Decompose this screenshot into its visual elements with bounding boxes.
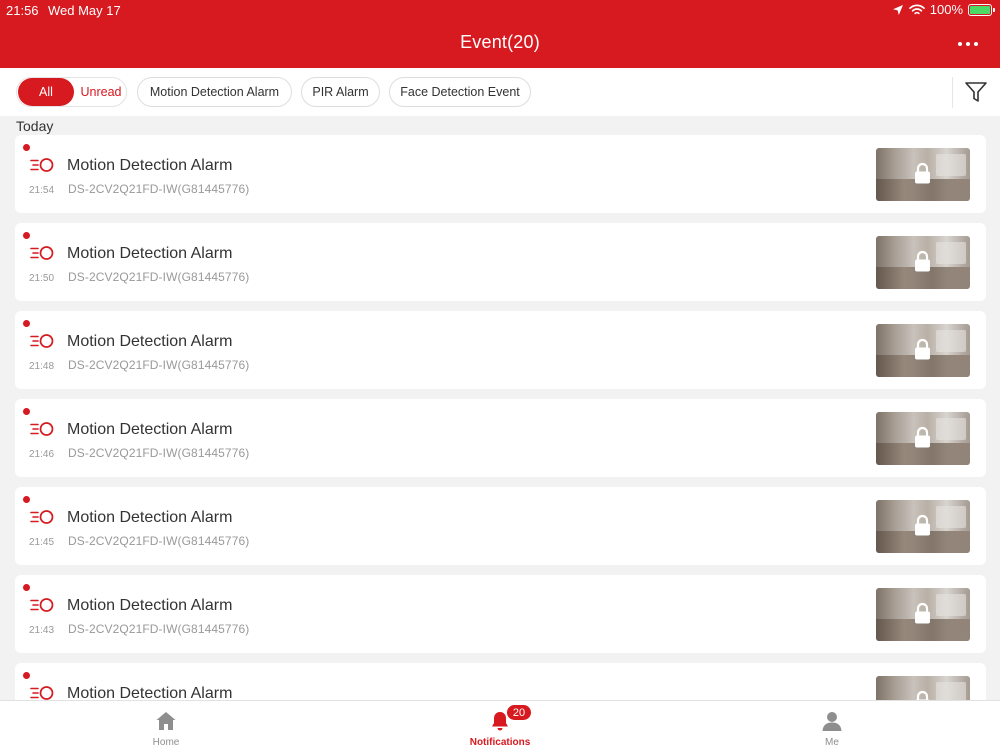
lock-icon [915,514,930,536]
event-thumbnail[interactable] [876,676,970,700]
event-device: DS-2CV2Q21FD-IW(G81445776) [68,182,250,196]
filter-divider [952,77,953,108]
tab-me-label: Me [825,737,839,748]
location-icon [892,4,903,15]
motion-detection-icon [30,422,54,436]
event-device: DS-2CV2Q21FD-IW(G81445776) [68,622,250,636]
section-label-today: Today [16,118,54,134]
event-title: Motion Detection Alarm [67,685,233,700]
lock-icon [915,250,930,272]
filter-unread-button[interactable]: Unread [77,78,125,106]
event-device: DS-2CV2Q21FD-IW(G81445776) [68,534,250,548]
event-time: 21:46 [29,449,55,460]
status-indicators: 100% [892,2,995,17]
motion-detection-icon [30,510,54,524]
lock-icon [915,602,930,624]
event-time: 21:43 [29,625,55,636]
event-card[interactable]: 21:45 Motion Detection Alarm DS-2CV2Q21F… [15,487,986,565]
event-card[interactable]: 21:46 Motion Detection Alarm DS-2CV2Q21F… [15,399,986,477]
battery-percent: 100% [929,2,963,17]
event-title: Motion Detection Alarm [67,421,233,438]
event-title: Motion Detection Alarm [67,333,233,350]
motion-detection-icon [30,334,54,348]
tab-notifications[interactable]: 20 Notifications [440,701,560,750]
event-time: 21:54 [29,185,55,196]
event-card[interactable]: 21:48 Motion Detection Alarm DS-2CV2Q21F… [15,311,986,389]
unread-dot [23,672,30,679]
event-thumbnail[interactable] [876,500,970,553]
app-header: 21:56 Wed May 17 100% Event(20) [0,0,1000,68]
status-time: 21:56 [6,3,39,18]
event-thumbnail[interactable] [876,148,970,201]
unread-dot [23,584,30,591]
event-card[interactable]: 21:54 Motion Detection Alarm DS-2CV2Q21F… [15,135,986,213]
unread-dot [23,408,30,415]
unread-dot [23,320,30,327]
event-thumbnail[interactable] [876,324,970,377]
event-device: DS-2CV2Q21FD-IW(G81445776) [68,270,250,284]
event-title: Motion Detection Alarm [67,509,233,526]
person-icon [822,712,842,731]
home-icon [156,712,176,730]
unread-dot [23,232,30,239]
notification-badge: 20 [506,704,532,721]
motion-detection-icon [30,598,54,612]
lock-icon [915,426,930,448]
filter-all-button[interactable]: All [18,78,74,106]
event-card[interactable]: 21:50 Motion Detection Alarm DS-2CV2Q21F… [15,223,986,301]
chip-pir-alarm[interactable]: PIR Alarm [301,77,380,107]
lock-icon [915,338,930,360]
chip-motion-detection-alarm[interactable]: Motion Detection Alarm [137,77,292,107]
chip-face-detection-event[interactable]: Face Detection Event [389,77,531,107]
motion-detection-icon [30,686,54,700]
event-list[interactable]: 21:54 Motion Detection Alarm DS-2CV2Q21F… [0,135,1000,700]
event-device: DS-2CV2Q21FD-IW(G81445776) [68,446,250,460]
lock-icon [915,690,930,700]
unread-dot [23,144,30,151]
tab-home-label: Home [152,737,180,748]
event-title: Motion Detection Alarm [67,597,233,614]
event-card[interactable]: Motion Detection Alarm DS-2CV2Q21FD-IW(G… [15,663,986,700]
unread-dot [23,496,30,503]
tab-notifications-label: Notifications [469,737,531,748]
filter-bar: All Unread Motion Detection Alarm PIR Al… [0,68,1000,116]
more-dots-icon[interactable] [958,36,978,52]
event-thumbnail[interactable] [876,412,970,465]
event-time: 21:50 [29,273,55,284]
wifi-icon [908,3,925,14]
event-title: Motion Detection Alarm [67,245,233,262]
event-device: DS-2CV2Q21FD-IW(G81445776) [68,358,250,372]
funnel-icon[interactable] [964,81,988,103]
event-time: 21:48 [29,361,55,372]
motion-detection-icon [30,158,54,172]
status-date: Wed May 17 [48,3,121,18]
tab-me[interactable]: Me [772,701,892,750]
bottom-tab-bar: Home 20 Notifications Me [0,700,1000,750]
event-title: Motion Detection Alarm [67,157,233,174]
page-title: Event(20) [460,32,540,52]
motion-detection-icon [30,246,54,260]
event-thumbnail[interactable] [876,236,970,289]
lock-icon [915,162,930,184]
tab-home[interactable]: Home [106,701,226,750]
event-thumbnail[interactable] [876,588,970,641]
event-card[interactable]: 21:43 Motion Detection Alarm DS-2CV2Q21F… [15,575,986,653]
event-time: 21:45 [29,537,55,548]
battery-icon [968,3,995,16]
read-filter-segment: All Unread [16,77,127,107]
